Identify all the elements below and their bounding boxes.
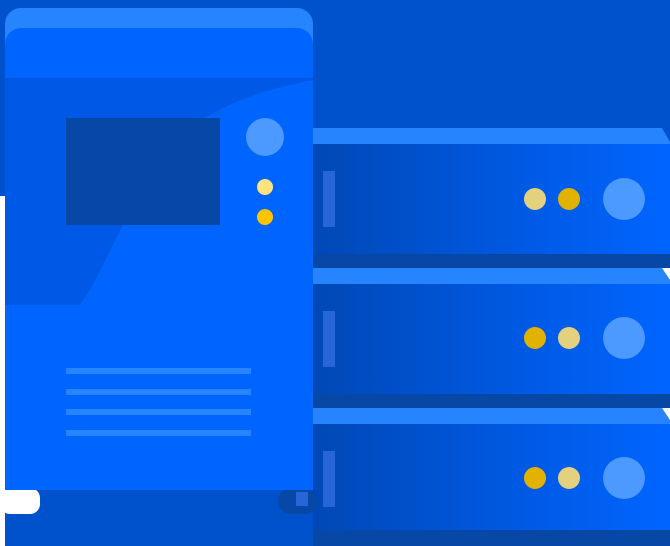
tower-foot-slot xyxy=(296,492,308,506)
rack-unit-2 xyxy=(300,268,670,408)
rack-unit-top xyxy=(300,268,670,284)
status-lamp-2 xyxy=(558,188,580,210)
tower-screen xyxy=(66,118,220,225)
status-lamp-1 xyxy=(524,327,546,349)
server-illustration-svg xyxy=(0,0,670,546)
vent-line xyxy=(66,430,251,436)
tower-body-bottom-fill xyxy=(5,470,313,490)
power-button xyxy=(603,457,645,499)
power-button xyxy=(603,178,645,220)
vent-line xyxy=(66,409,251,415)
status-lamp-1 xyxy=(524,467,546,489)
tower-lamp-2 xyxy=(257,209,273,225)
rack-base xyxy=(300,530,670,546)
drive-slot xyxy=(323,171,335,227)
power-button xyxy=(603,317,645,359)
status-lamp-2 xyxy=(558,467,580,489)
vent-line xyxy=(66,368,251,374)
vent-line xyxy=(66,389,251,395)
tower-lamp-1 xyxy=(257,179,273,195)
drive-slot xyxy=(323,451,335,507)
rack-unit-3 xyxy=(300,408,670,530)
tower-foot-left xyxy=(0,488,40,514)
rack-unit-shadow xyxy=(300,394,670,408)
status-lamp-1 xyxy=(524,188,546,210)
drive-slot xyxy=(323,311,335,367)
tower-shade-top xyxy=(5,78,313,81)
rack-unit-top xyxy=(300,128,670,144)
rack-unit-shadow xyxy=(300,254,670,268)
tower-power-button xyxy=(246,118,284,156)
rack-unit-1 xyxy=(300,128,670,268)
server-illustration xyxy=(0,0,670,546)
status-lamp-2 xyxy=(558,327,580,349)
rack-unit-top xyxy=(300,408,670,424)
